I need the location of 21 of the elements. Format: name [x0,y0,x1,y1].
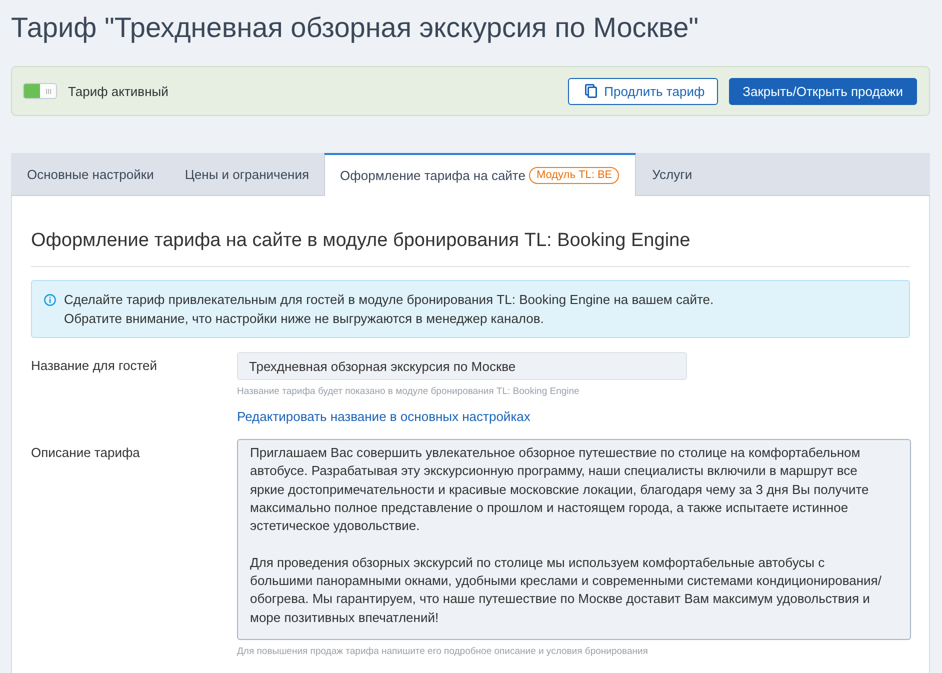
field-label: Название для гостей [31,357,158,373]
description-textarea[interactable]: Приглашаем Вас совершить увлекательное обзорное путешествие по столице на комфортабельном автобусе. Разрабатывая эту экскурсионную программу, наши специалисты включили в маршрут все яркие достопримечательности и красивые московские локации, благодаря чему за 3 дня Вы получите максимально полное представление о прошлом и настоящем города, а также испытаете истинное эстетическое удовольствие. Для проведения обзорных экскурсий по столице мы используем комфортабельные автобусы с большими панорамными окнами, удобными креслами и современными системами кондиционирования/обогрева. Мы гарантируем, что наше путешествие по Москве доставит Вам максимум удовольствия и море позитивных впечатлений! [237,439,911,640]
edit-name-link[interactable]: Редактировать название в основных настройках [237,409,530,424]
tab[interactable]: Цены и ограничения [170,153,324,195]
field-hint: Для повышения продаж тарифа напишите его подробное описание и условия бронирования [237,646,648,658]
module-badge: Модуль TL: BE [529,167,620,184]
tab[interactable]: Оформление тарифа на сайте Модуль TL: BE [324,153,636,196]
field-label: Описание тарифа [31,444,141,460]
info-icon [44,294,56,306]
tab[interactable]: Услуги [636,153,708,195]
info-text: Сделайте тариф привлекательным для гостей в модуле бронирования TL: Booking Engine на вашем сайте. Обратите внимание, что настройки ниже не выгружаются в менеджер каналов. [64,291,714,328]
tab[interactable]: Основные настройки [11,153,170,195]
page-title: Тариф "Трехдневная обзорная экскурсия по Москве" [11,11,700,45]
copy-icon [585,84,598,98]
field-hint: Название тарифа будет показано в модуле бронирования TL: Booking Engine [237,386,580,398]
toggle-switch[interactable] [23,83,57,99]
section-title: Оформление тарифа на сайте в модуле бронирования TL: Booking Engine [31,196,910,267]
sales-button[interactable]: Закрыть/Открыть продажи [728,78,917,104]
extend-button[interactable]: Продлить тариф [568,78,718,104]
toggle-label: Тариф активный [68,84,168,98]
name-input[interactable]: Трехдневная обзорная экскурсия по Москве [237,352,687,380]
